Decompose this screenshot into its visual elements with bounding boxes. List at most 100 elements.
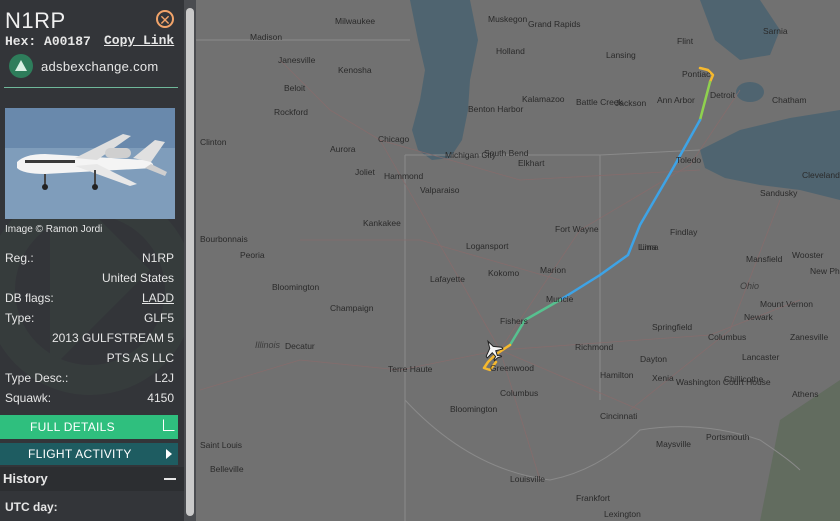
type-desc-value: L2J bbox=[154, 371, 174, 385]
city-label-wooster: Wooster bbox=[792, 250, 824, 260]
city-label-toledo: Toledo bbox=[676, 155, 701, 165]
external-link-icon bbox=[163, 419, 175, 431]
map-land bbox=[196, 0, 840, 521]
scrollbar-thumb[interactable] bbox=[186, 8, 194, 516]
city-label-fishers: Fishers bbox=[500, 316, 528, 326]
city-label-greenwood: Greenwood bbox=[490, 363, 534, 373]
city-label-chatham: Chatham bbox=[772, 95, 807, 105]
city-label-grand-rapids: Grand Rapids bbox=[528, 19, 580, 29]
city-label-holland: Holland bbox=[496, 46, 525, 56]
city-label-frankfort: Frankfort bbox=[576, 493, 611, 503]
flight-activity-label: FLIGHT ACTIVITY bbox=[28, 447, 132, 461]
city-label-maysville: Maysville bbox=[656, 439, 691, 449]
photo-credit: Image © Ramon Jordi bbox=[5, 224, 103, 235]
sidebar-scrollbar[interactable] bbox=[184, 0, 196, 521]
db-flags-label: DB flags: bbox=[5, 291, 54, 305]
city-label-rockford: Rockford bbox=[274, 107, 308, 117]
city-label-marion: Marion bbox=[540, 265, 566, 275]
city-label-springfield: Springfield bbox=[652, 322, 692, 332]
city-label-hamilton: Hamilton bbox=[600, 370, 634, 380]
hex-value: A00187 bbox=[44, 34, 91, 49]
city-label-kokomo: Kokomo bbox=[488, 268, 519, 278]
city-label-kenosha: Kenosha bbox=[338, 65, 372, 75]
city-label-muskegon: Muskegon bbox=[488, 14, 527, 24]
city-label-kankakee: Kankakee bbox=[363, 218, 401, 228]
city-label-hammond: Hammond bbox=[384, 171, 423, 181]
city-label-richmond: Richmond bbox=[575, 342, 614, 352]
city-label-muncie: Muncie bbox=[546, 294, 574, 304]
aircraft-photo[interactable] bbox=[5, 108, 175, 219]
city-label-illinois-label: Illinois bbox=[255, 340, 281, 350]
city-label-zanesville: Zanesville bbox=[790, 332, 829, 342]
city-label-louisville: Louisville bbox=[510, 474, 545, 484]
collapse-icon[interactable] bbox=[164, 478, 176, 480]
city-label-washington-ch: Washington Court House bbox=[676, 377, 771, 387]
city-label-bourbonnais: Bourbonnais bbox=[200, 234, 248, 244]
city-label-valparaiso: Valparaiso bbox=[420, 185, 460, 195]
jet-photo-icon bbox=[5, 108, 175, 219]
lake-st-clair bbox=[736, 82, 764, 102]
flight-map[interactable]: Milwaukee Madison Janesville Kenosha Beloit R… bbox=[196, 0, 840, 521]
city-label-xenia: Xenia bbox=[652, 373, 674, 383]
aircraft-info-panel: N1RP ✕ Hex: A00187 Copy Link adsbexchang… bbox=[0, 0, 184, 521]
city-label-south-bend: South Bend bbox=[484, 148, 529, 158]
city-label-logansport: Logansport bbox=[466, 241, 509, 251]
city-label-chicago: Chicago bbox=[378, 134, 409, 144]
reg-label: Reg.: bbox=[5, 251, 34, 265]
divider bbox=[4, 87, 178, 88]
city-label-sandusky: Sandusky bbox=[760, 188, 798, 198]
type-value: GLF5 bbox=[143, 311, 174, 325]
type-desc-label: Type Desc.: bbox=[5, 371, 69, 385]
city-label-portsmouth: Portsmouth bbox=[706, 432, 750, 442]
adsbexchange-logo-icon[interactable] bbox=[9, 54, 33, 78]
city-label-milwaukee: Milwaukee bbox=[335, 16, 375, 26]
city-label-flint: Flint bbox=[677, 36, 694, 46]
flight-activity-button[interactable]: FLIGHT ACTIVITY bbox=[0, 443, 178, 465]
city-label-bloomington-in: Bloomington bbox=[450, 404, 498, 414]
city-label-beloit: Beloit bbox=[284, 83, 306, 93]
city-label-ann-arbor: Ann Arbor bbox=[657, 95, 695, 105]
city-label-lexington: Lexington bbox=[604, 509, 641, 519]
city-label-athens: Athens bbox=[792, 389, 818, 399]
city-label-lancaster: Lancaster bbox=[742, 352, 779, 362]
history-section-header[interactable]: History bbox=[0, 467, 184, 491]
city-label-elkhart: Elkhart bbox=[518, 158, 545, 168]
city-label-dayton: Dayton bbox=[640, 354, 667, 364]
city-label-benton-harbor: Benton Harbor bbox=[468, 104, 523, 114]
city-label-newark: Newark bbox=[744, 312, 774, 322]
city-label-lafayette: Lafayette bbox=[430, 274, 465, 284]
city-label-ohio-label: Ohio bbox=[740, 281, 759, 291]
city-label-peoria: Peoria bbox=[240, 250, 265, 260]
city-label-terre-haute: Terre Haute bbox=[388, 364, 433, 374]
city-label-lansing: Lansing bbox=[606, 50, 636, 60]
hex-code: Hex: A00187 bbox=[5, 34, 91, 49]
city-label-lima2: Lima bbox=[638, 242, 657, 252]
city-label-champaign: Champaign bbox=[330, 303, 374, 313]
city-label-joliet: Joliet bbox=[355, 167, 375, 177]
site-link[interactable]: adsbexchange.com bbox=[41, 59, 159, 74]
db-flags-value[interactable]: LADD bbox=[142, 291, 174, 305]
squawk-label: Squawk: bbox=[5, 391, 52, 405]
aircraft-callsign: N1RP bbox=[5, 8, 66, 33]
city-label-new-phila: New Phila bbox=[810, 266, 840, 276]
country-value: United States bbox=[101, 271, 174, 285]
reg-value: N1RP bbox=[141, 251, 174, 265]
city-label-columbus-in: Columbus bbox=[500, 388, 538, 398]
squawk-value: 4150 bbox=[147, 391, 174, 405]
city-label-cincinnati: Cincinnati bbox=[600, 411, 637, 421]
type-label: Type: bbox=[5, 311, 35, 325]
city-label-saint-louis: Saint Louis bbox=[200, 440, 242, 450]
copy-link-button[interactable]: Copy Link bbox=[104, 33, 174, 48]
close-icon[interactable]: ✕ bbox=[156, 10, 174, 28]
city-label-cleveland: Cleveland bbox=[802, 170, 840, 180]
city-label-kalamazoo: Kalamazoo bbox=[522, 94, 565, 104]
hex-label: Hex: bbox=[5, 34, 37, 49]
city-label-madison: Madison bbox=[250, 32, 282, 42]
city-label-aurora: Aurora bbox=[330, 144, 356, 154]
city-label-pontiac: Pontiac bbox=[682, 69, 711, 79]
city-label-columbus-oh: Columbus bbox=[708, 332, 746, 342]
full-details-button[interactable]: FULL DETAILS bbox=[0, 415, 178, 439]
city-label-belleville: Belleville bbox=[210, 464, 244, 474]
city-label-fort-wayne: Fort Wayne bbox=[555, 224, 599, 234]
city-label-findlay: Findlay bbox=[670, 227, 698, 237]
